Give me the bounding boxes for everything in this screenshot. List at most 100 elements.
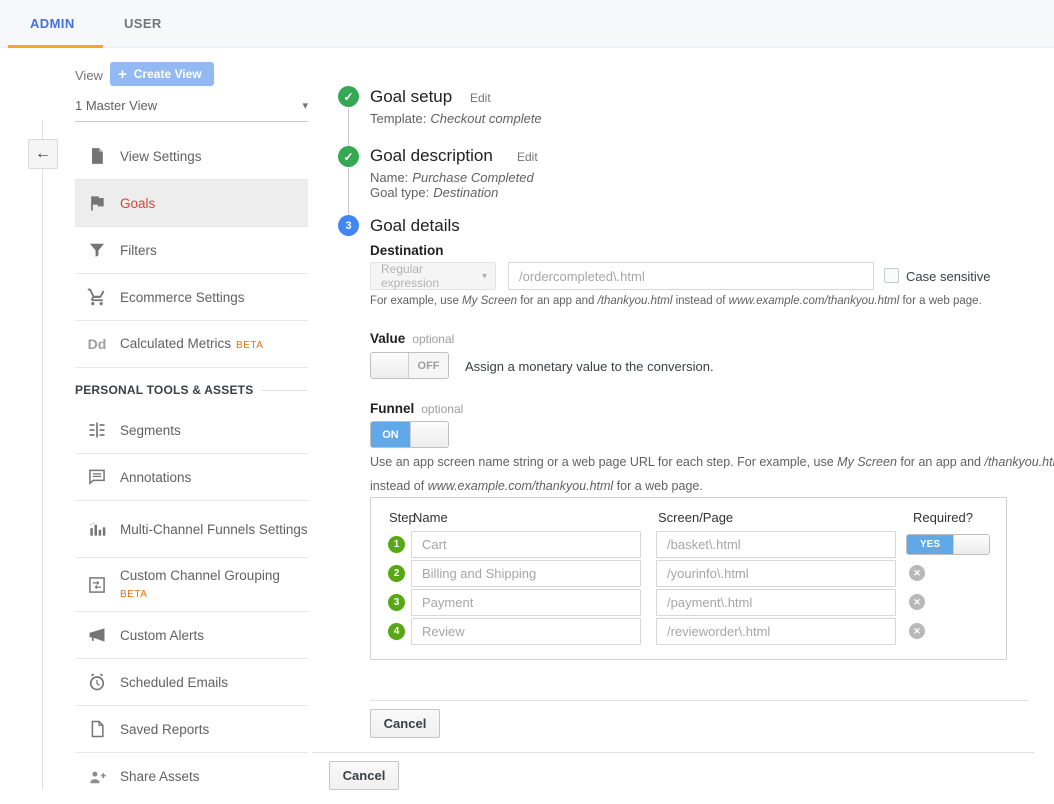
view-selector-value: 1 Master View — [75, 98, 157, 113]
sidebar-item-label: Ecommerce Settings — [120, 289, 245, 306]
close-icon: ✕ — [913, 626, 921, 637]
plus-icon: + — [118, 66, 127, 83]
footer-divider — [312, 752, 1034, 753]
segments-icon — [86, 420, 108, 440]
goal-setup-done-icon: ✓ — [338, 86, 359, 107]
view-selector-dropdown[interactable]: 1 Master View ▾ — [75, 98, 308, 122]
tab-admin[interactable]: ADMIN — [30, 0, 75, 48]
top-tab-bar: ADMIN USER — [0, 0, 1054, 48]
optional-label: optional — [421, 402, 463, 416]
section-divider — [370, 700, 1028, 701]
funnel-step-number: 3 — [388, 594, 405, 611]
chevron-down-icon: ▾ — [302, 99, 308, 112]
destination-label: Destination — [370, 243, 444, 258]
funnel-step-name-input[interactable] — [411, 531, 641, 558]
remove-step-icon[interactable]: ✕ — [909, 565, 925, 581]
required-toggle[interactable]: YES — [906, 534, 990, 555]
toggle-knob — [953, 535, 989, 554]
sidebar-item-label: Multi-Channel Funnels Settings — [120, 521, 308, 538]
funnel-step-name-input[interactable] — [411, 618, 641, 645]
destination-url-input[interactable] — [508, 262, 874, 290]
section-rule — [261, 390, 308, 391]
timeline-connector — [348, 108, 349, 146]
sidebar-item-ecommerce-settings[interactable]: Ecommerce Settings — [75, 274, 308, 321]
case-sensitive-checkbox[interactable] — [884, 268, 899, 283]
alarm-clock-icon — [86, 672, 108, 692]
toggle-knob — [410, 422, 448, 447]
sidebar-item-label: Saved Reports — [120, 721, 209, 738]
remove-step-icon[interactable]: ✕ — [909, 623, 925, 639]
sidebar-item-label: Share Assets — [120, 768, 200, 785]
sidebar-item-scheduled-emails[interactable]: Scheduled Emails — [75, 659, 308, 706]
goal-type-line: Goal type:Destination — [370, 185, 498, 200]
sidebar-item-label: View Settings — [120, 148, 202, 165]
match-type-value: Regular expression — [381, 262, 482, 290]
chevron-down-icon: ▾ — [482, 271, 487, 282]
funnel-step-page-input[interactable] — [656, 531, 896, 558]
back-button[interactable]: ← — [28, 139, 58, 169]
column-header-step: Step — [389, 510, 416, 525]
megaphone-icon — [86, 625, 108, 645]
sidebar-item-saved-reports[interactable]: Saved Reports — [75, 706, 308, 753]
bar-chart-icon — [86, 519, 108, 539]
document-icon — [86, 146, 108, 166]
check-icon: ✓ — [343, 150, 353, 164]
sidebar-item-filters[interactable]: Filters — [75, 227, 308, 274]
match-type-dropdown[interactable]: Regular expression ▾ — [370, 262, 496, 290]
sidebar-item-custom-channel-grouping[interactable]: Custom Channel GroupingBETA — [75, 558, 308, 612]
funnel-step-number: 4 — [388, 623, 405, 640]
sidebar-item-label: Custom Channel GroupingBETA — [120, 567, 280, 603]
toggle-yes-label: YES — [907, 535, 953, 554]
funnel-step-name-input[interactable] — [411, 560, 641, 587]
destination-help-text: For example, use My Screen for an app an… — [370, 295, 982, 307]
goal-setup-template-line: Template:Checkout complete — [370, 111, 542, 126]
sidebar-item-annotations[interactable]: Annotations — [75, 454, 308, 501]
sidebar-item-calculated-metrics[interactable]: Dd Calculated MetricsBETA — [75, 321, 308, 368]
toggle-off-label: OFF — [409, 353, 448, 378]
funnel-step-number: 2 — [388, 565, 405, 582]
footer-cancel-button[interactable]: Cancel — [329, 761, 399, 790]
check-icon: ✓ — [343, 90, 353, 104]
sidebar-item-label: Scheduled Emails — [120, 674, 228, 691]
sidebar-vertical-rule — [42, 120, 43, 790]
beta-badge: BETA — [120, 589, 147, 600]
cart-icon — [86, 287, 108, 307]
value-toggle[interactable]: OFF — [370, 352, 449, 379]
funnel-step-name-input[interactable] — [411, 589, 641, 616]
channel-grouping-icon — [86, 575, 108, 595]
sidebar-item-label: Goals — [120, 195, 155, 212]
cancel-button[interactable]: Cancel — [370, 709, 440, 738]
share-person-icon — [86, 767, 108, 787]
column-header-page: Screen/Page — [658, 510, 733, 525]
funnel-step-number: 1 — [388, 536, 405, 553]
funnel-steps-table: Step Name Screen/Page Required? 1 YES 2 … — [370, 497, 1007, 660]
sidebar-item-share-assets[interactable]: Share Assets — [75, 753, 308, 800]
value-label: Valueoptional — [370, 331, 454, 346]
sidebar-item-multi-channel-funnels[interactable]: Multi-Channel Funnels Settings — [75, 501, 308, 558]
goal-details-title: Goal details — [370, 216, 460, 236]
create-view-button[interactable]: + Create View — [110, 62, 214, 86]
remove-step-icon[interactable]: ✕ — [909, 594, 925, 610]
sidebar-item-label: Custom Alerts — [120, 627, 204, 644]
sidebar-item-label: Segments — [120, 422, 181, 439]
sidebar-item-custom-alerts[interactable]: Custom Alerts — [75, 612, 308, 659]
column-header-name: Name — [413, 510, 448, 525]
goal-setup-edit-link[interactable]: Edit — [470, 91, 491, 105]
sidebar-item-segments[interactable]: Segments — [75, 407, 308, 454]
tab-user[interactable]: USER — [124, 0, 162, 48]
funnel-step-page-input[interactable] — [656, 560, 896, 587]
funnel-step-page-input[interactable] — [656, 589, 896, 616]
goal-description-edit-link[interactable]: Edit — [517, 150, 538, 164]
beta-badge: BETA — [236, 340, 263, 351]
goal-name-line: Name:Purchase Completed — [370, 170, 534, 185]
sidebar-item-view-settings[interactable]: View Settings — [75, 133, 308, 180]
report-icon — [86, 719, 108, 739]
toggle-on-label: ON — [371, 422, 410, 447]
sidebar-item-goals[interactable]: Goals — [75, 180, 308, 227]
case-sensitive-label: Case sensitive — [906, 269, 991, 284]
funnel-help-line1: Use an app screen name string or a web p… — [370, 455, 1054, 469]
sidebar-item-label: Calculated MetricsBETA — [120, 335, 263, 354]
funnel-step-page-input[interactable] — [656, 618, 896, 645]
flag-icon — [86, 193, 108, 213]
funnel-toggle[interactable]: ON — [370, 421, 449, 448]
